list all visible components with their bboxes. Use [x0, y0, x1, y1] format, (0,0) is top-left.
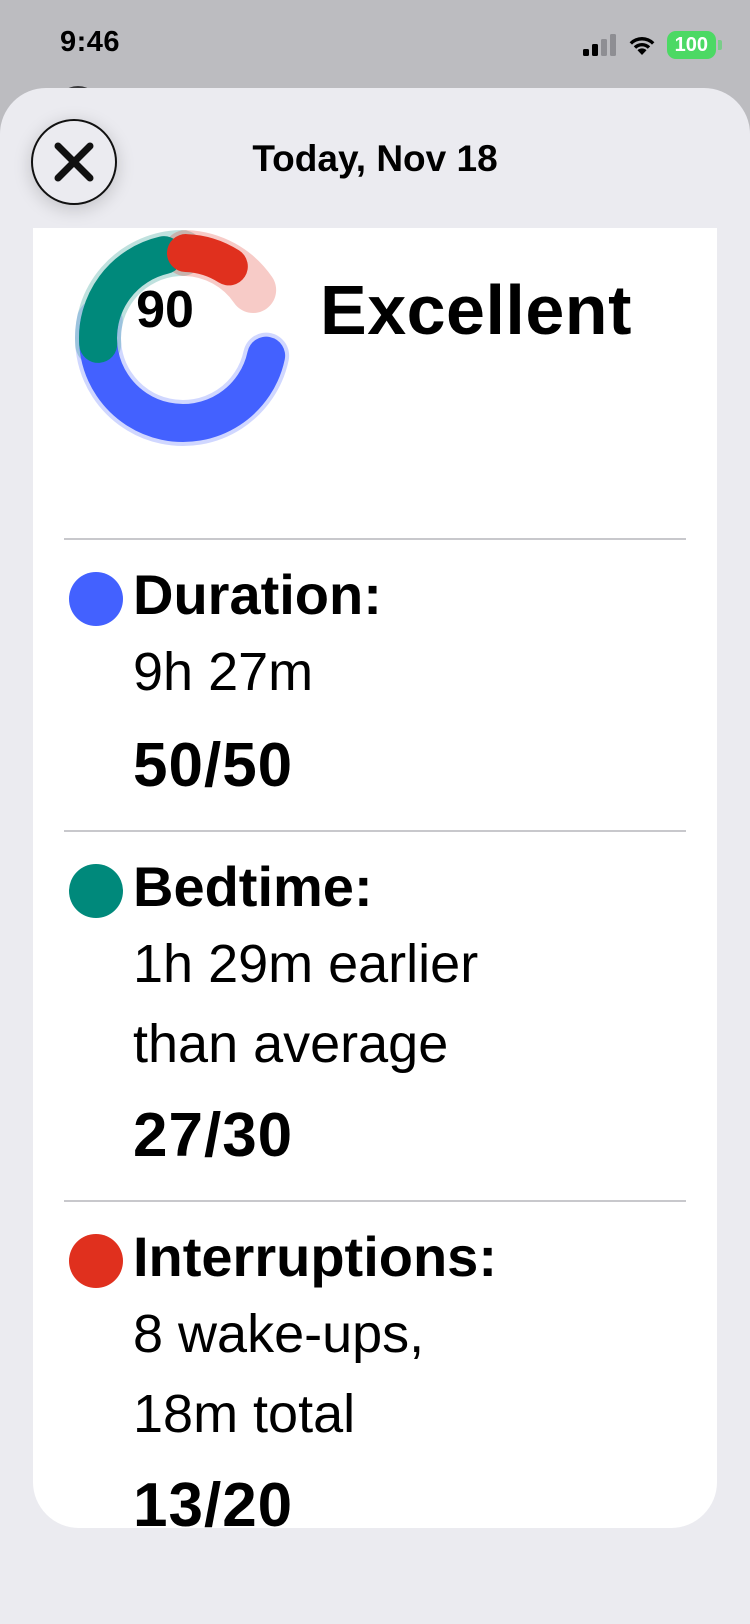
sheet-header: Today, Nov 18	[0, 88, 750, 228]
duration-detail-line: 9h 27m	[133, 642, 314, 702]
duration-color-dot	[69, 572, 123, 626]
sleep-score-sheet: Today, Nov 18 90 Excellent Duration: 9h …	[0, 88, 750, 1624]
interruptions-detail: 8 wake-ups, 18m total	[133, 1294, 693, 1454]
bedtime-detail-line: than average	[133, 1014, 449, 1074]
divider	[64, 1200, 686, 1202]
score-value: 90	[136, 281, 194, 339]
duration-score: 50/50	[133, 731, 294, 800]
bedtime-title: Bedtime:	[133, 855, 373, 918]
score-label: Excellent	[320, 271, 632, 349]
score-ring-chart	[74, 230, 291, 446]
score-card: 90 Excellent Duration: 9h 27m 50/50 Bedt…	[33, 228, 717, 1528]
interruptions-detail-line: 18m total	[133, 1384, 356, 1444]
status-bar: 9:46 100	[0, 0, 750, 88]
bedtime-detail-line: 1h 29m earlier	[133, 934, 479, 994]
interruptions-detail-line: 8 wake-ups,	[133, 1304, 425, 1364]
battery-indicator: 100	[666, 31, 723, 59]
wifi-icon	[629, 37, 655, 55]
score-summary: 90 Excellent	[33, 228, 717, 538]
status-time: 9:46	[60, 26, 121, 58]
interruptions-title: Interruptions:	[133, 1225, 497, 1288]
status-icons: 100	[582, 30, 723, 60]
divider	[64, 830, 686, 832]
page-title: Today, Nov 18	[252, 138, 498, 179]
duration-title: Duration:	[133, 563, 382, 626]
bedtime-color-dot	[69, 864, 123, 918]
bedtime-score: 27/30	[133, 1101, 294, 1170]
bedtime-detail: 1h 29m earlier than average	[133, 924, 693, 1084]
interruptions-color-dot	[69, 1234, 123, 1288]
signal-icon	[582, 34, 616, 56]
duration-detail: 9h 27m	[133, 632, 693, 712]
divider	[64, 538, 686, 540]
interruptions-score: 13/20	[133, 1471, 294, 1528]
